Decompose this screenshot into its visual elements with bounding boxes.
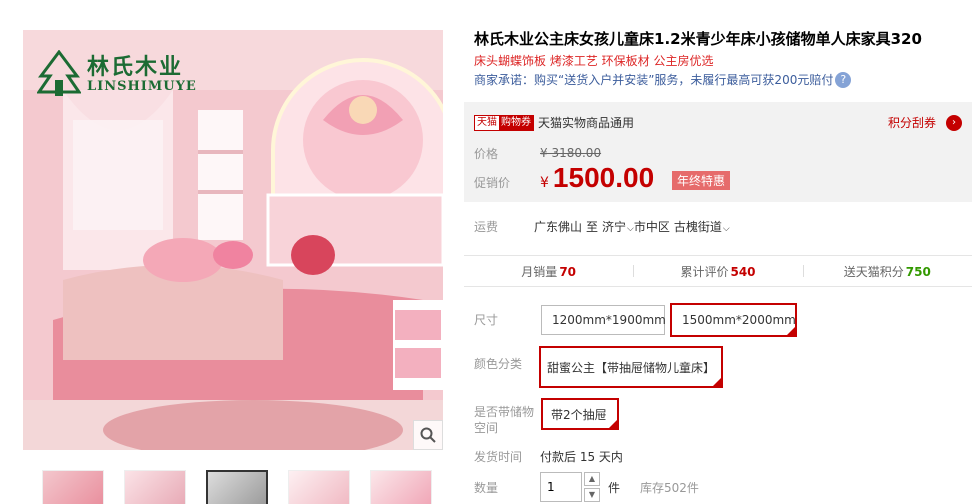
quantity-unit: 件 bbox=[608, 480, 621, 495]
size-label: 尺寸 bbox=[474, 313, 499, 327]
promo-price-value: 1500.00 bbox=[552, 162, 655, 193]
quantity-label: 数量 bbox=[474, 480, 499, 495]
stat-label: 累计评价 bbox=[680, 264, 729, 279]
quantity-input[interactable] bbox=[540, 472, 582, 502]
check-icon: ✓ bbox=[611, 422, 617, 429]
check-icon: ✓ bbox=[715, 380, 721, 387]
brand-name-cn: 林氏木业 bbox=[87, 53, 184, 80]
chevron-up-icon[interactable]: ▲ bbox=[584, 472, 600, 486]
delivery-value: 付款后 15 天内 bbox=[540, 450, 623, 464]
ship-district: 市中区 bbox=[633, 220, 670, 234]
thumbnail-4[interactable] bbox=[288, 470, 350, 504]
size-option-text: 1200mm*1900mm bbox=[552, 313, 666, 327]
storage-option-2-drawers[interactable]: 带2个抽屉 ✓ bbox=[541, 398, 619, 430]
coupon-row: 天猫 购物券 天猫实物商品通用 bbox=[474, 114, 634, 131]
magnifier-icon bbox=[420, 427, 436, 443]
tree-logo-icon bbox=[37, 50, 81, 96]
thumbnail-strip bbox=[42, 470, 432, 504]
promo-badge: 年终特惠 bbox=[672, 171, 731, 190]
size-option-text: 1500mm*2000mm bbox=[682, 313, 796, 327]
merchant-promise-text: 商家承诺：购买“送货入户并安装”服务，未履行最高可获200元赔付 bbox=[474, 73, 834, 87]
merchant-promise: 商家承诺：购买“送货入户并安装”服务，未履行最高可获200元赔付 ? bbox=[474, 71, 852, 88]
chevron-down-icon: ⌵ bbox=[722, 224, 730, 234]
points-coupon-label: 积分刮券 bbox=[887, 116, 936, 130]
check-icon: ✓ bbox=[789, 329, 795, 336]
zoom-button[interactable] bbox=[413, 420, 443, 450]
price-label: 价格 bbox=[474, 147, 499, 161]
ship-street-select[interactable]: 古槐街道⌵ bbox=[674, 218, 730, 235]
brand-logo: 林氏木业 LINSHIMUYE bbox=[37, 50, 197, 98]
price-box: 天猫 购物券 天猫实物商品通用 积分刮券 › 价格 ¥ 3180.00 促销价 … bbox=[464, 102, 972, 202]
chevron-right-icon: › bbox=[946, 114, 962, 131]
chevron-down-icon: ⌵ bbox=[627, 224, 634, 234]
question-icon[interactable]: ? bbox=[835, 71, 852, 88]
color-label: 颜色分类 bbox=[474, 357, 523, 371]
chevron-down-icon[interactable]: ▼ bbox=[584, 488, 600, 502]
stat-value: 540 bbox=[730, 264, 756, 279]
stats-bar: 月销量 70 累计评价 540 送天猫积分 750 bbox=[464, 255, 972, 287]
stat-monthly-sales: 月销量 70 bbox=[464, 263, 633, 280]
ship-district-select[interactable]: 市中区 bbox=[634, 218, 670, 235]
tag-tmall-text: 天猫 bbox=[475, 115, 499, 130]
color-option-text: 甜蜜公主【带抽屉储物儿童床】 bbox=[547, 360, 716, 375]
stock-count: 库存502件 bbox=[640, 480, 699, 495]
ship-from: 广东佛山 bbox=[534, 220, 583, 234]
color-option-princess[interactable]: 甜蜜公主【带抽屉储物儿童床】 ✓ bbox=[539, 346, 723, 388]
original-price: ¥ 3180.00 bbox=[540, 146, 602, 160]
tmall-coupon-tag: 天猫 购物券 bbox=[474, 114, 534, 131]
thumbnail-5[interactable] bbox=[370, 470, 432, 504]
stat-points: 送天猫积分 750 bbox=[802, 263, 972, 280]
ship-city-select[interactable]: 济宁⌵ bbox=[602, 218, 634, 235]
thumbnail-3[interactable] bbox=[206, 470, 268, 504]
storage-label-line-1: 是否带储物 bbox=[474, 405, 535, 419]
size-option-1200[interactable]: 1200mm*1900mm bbox=[541, 305, 666, 335]
stat-label: 月销量 bbox=[521, 264, 558, 279]
promo-price: ¥ 1500.00 bbox=[540, 162, 654, 194]
stat-reviews[interactable]: 累计评价 540 bbox=[633, 263, 802, 280]
currency-symbol: ¥ bbox=[540, 175, 549, 191]
stat-value: 750 bbox=[905, 264, 931, 279]
promo-price-label: 促销价 bbox=[474, 176, 511, 190]
ship-street: 古槐街道 bbox=[673, 220, 722, 234]
ship-city: 济宁 bbox=[602, 220, 627, 234]
thumbnail-2[interactable] bbox=[124, 470, 186, 504]
storage-option-text: 带2个抽屉 bbox=[551, 407, 607, 422]
points-coupon-link[interactable]: 积分刮券 › bbox=[888, 114, 962, 131]
stat-label: 送天猫积分 bbox=[843, 264, 904, 279]
ship-to-word: 至 bbox=[586, 220, 599, 234]
shipping-label: 运费 bbox=[474, 220, 499, 234]
thumbnail-1[interactable] bbox=[42, 470, 104, 504]
delivery-label: 发货时间 bbox=[474, 450, 523, 464]
quantity-stepper: ▲ ▼ bbox=[584, 472, 600, 502]
delivery-row: 发货时间 付款后 15 天内 bbox=[474, 448, 623, 465]
storage-label: 是否带储物 空间 bbox=[474, 404, 534, 436]
brand-name-en: LINSHIMUYE bbox=[87, 78, 197, 94]
size-option-1500[interactable]: 1500mm*2000mm ✓ bbox=[670, 303, 797, 337]
stat-value: 70 bbox=[559, 264, 577, 279]
coupon-description: 天猫实物商品通用 bbox=[538, 116, 635, 130]
storage-label-line-2: 空间 bbox=[474, 421, 499, 435]
quantity-row: 数量 ▲ ▼ 件 库存502件 bbox=[474, 472, 699, 502]
shipping-row: 运费 广东佛山 至 济宁⌵ 市中区 古槐街道⌵ bbox=[474, 218, 730, 235]
product-subtitle: 床头蝴蝶饰板 烤漆工艺 环保板材 公主房优选 bbox=[474, 54, 714, 68]
tag-coupon-text: 购物券 bbox=[499, 115, 533, 130]
product-title: 林氏木业公主床女孩儿童床1.2米青少年床小孩储物单人床家具320 bbox=[474, 30, 922, 48]
main-product-image[interactable]: 林氏木业 LINSHIMUYE bbox=[23, 30, 443, 450]
